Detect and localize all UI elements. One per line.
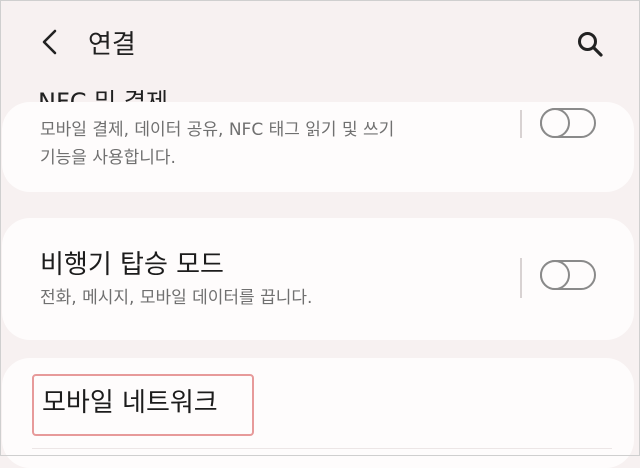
setting-mobile-network[interactable]: 모바일 네트워크 [2, 358, 634, 468]
setting-nfc-payment[interactable]: NFC 및 결제 모바일 결제, 데이터 공유, NFC 태그 읽기 및 쓰기 … [2, 90, 634, 192]
nfc-toggle[interactable] [540, 108, 596, 138]
setting-title: NFC 및 결제 [38, 90, 168, 102]
setting-airplane-mode[interactable]: 비행기 탑승 모드 전화, 메시지, 모바일 데이터를 끕니다. [2, 218, 634, 340]
setting-description-line: 모바일 결제, 데이터 공유, NFC 태그 읽기 및 쓰기 [40, 120, 395, 140]
page-title: 연결 [88, 30, 136, 60]
airplane-mode-toggle[interactable] [540, 260, 596, 290]
divider [32, 448, 612, 449]
setting-title: 비행기 탑승 모드 [40, 250, 224, 280]
search-button[interactable] [568, 22, 612, 66]
search-icon [578, 32, 603, 57]
app-header: 연결 [0, 0, 640, 90]
chevron-left-icon [42, 29, 57, 55]
setting-description: 전화, 메시지, 모바일 데이터를 끕니다. [40, 288, 313, 308]
toggle-knob [540, 108, 570, 138]
divider [520, 258, 522, 298]
divider [520, 110, 522, 138]
setting-title[interactable]: 모바일 네트워크 [42, 382, 218, 419]
toggle-knob [540, 260, 570, 290]
back-button[interactable] [30, 22, 70, 62]
setting-description-line: 기능을 사용합니다. [40, 148, 176, 168]
setting-description: 모바일 결제, 데이터 공유, NFC 태그 읽기 및 쓰기 기능을 사용합니다… [40, 116, 510, 172]
